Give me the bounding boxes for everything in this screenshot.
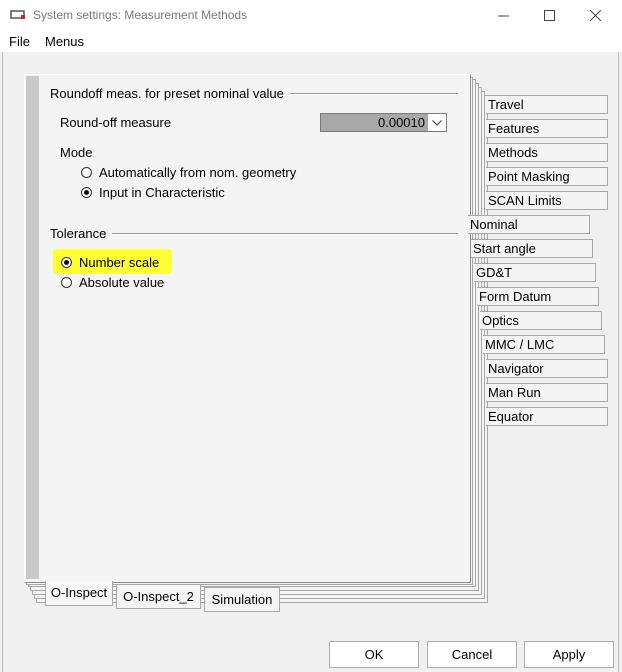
maximize-button[interactable] (526, 0, 572, 30)
tab-o-inspect-2[interactable]: O-Inspect_2 (116, 584, 201, 609)
group-line (52, 233, 458, 235)
cancel-button[interactable]: Cancel (427, 641, 517, 668)
tab-equator[interactable]: Equator (486, 407, 608, 426)
close-button[interactable] (572, 0, 618, 30)
tab-travel[interactable]: Travel (486, 95, 608, 114)
tab-start-angle[interactable]: Start angle (471, 239, 593, 258)
tab-simulation[interactable]: Simulation (204, 587, 280, 612)
menu-file[interactable]: File (9, 34, 30, 49)
menu-menus[interactable]: Menus (45, 34, 84, 49)
mode-auto-label[interactable]: Automatically from nom. geometry (99, 165, 296, 180)
mode-label: Mode (60, 145, 93, 160)
app-icon (10, 10, 25, 19)
chevron-down-icon (432, 119, 442, 126)
tab-nominal[interactable]: Nominal (468, 215, 590, 234)
close-icon (589, 9, 601, 21)
menu-bar (0, 30, 622, 52)
tab-o-inspect[interactable]: O-Inspect (45, 581, 113, 606)
roundoff-group-title: Roundoff meas. for preset nominal value (50, 86, 290, 101)
ok-button[interactable]: OK (329, 641, 419, 668)
minimize-icon (497, 15, 509, 16)
tab-methods[interactable]: Methods (486, 143, 608, 162)
roundoff-measure-label: Round-off measure (60, 115, 172, 130)
tab-point-masking[interactable]: Point Masking (486, 167, 608, 186)
tab-form-datum[interactable]: Form Datum (477, 287, 599, 306)
tab-man-run[interactable]: Man Run (486, 383, 608, 402)
tab-optics[interactable]: Optics (480, 311, 602, 330)
page-left-bar (26, 76, 39, 579)
window-title: System settings: Measurement Methods (33, 8, 248, 22)
tab-scan-limits[interactable]: SCAN Limits (486, 191, 608, 210)
apply-button[interactable]: Apply (524, 641, 614, 668)
number-scale-radio[interactable] (61, 257, 72, 268)
mode-input-label[interactable]: Input in Characteristic (99, 185, 225, 200)
maximize-icon (543, 9, 555, 21)
minimize-button[interactable] (480, 0, 526, 30)
absolute-value-label[interactable]: Absolute value (79, 275, 164, 290)
mode-auto-radio[interactable] (81, 167, 92, 178)
tab-features[interactable]: Features (486, 119, 608, 138)
number-scale-label[interactable]: Number scale (79, 255, 159, 270)
combo-dropdown-button[interactable] (428, 114, 446, 131)
roundoff-measure-combo[interactable]: 0.00010 (320, 113, 447, 132)
absolute-value-radio[interactable] (61, 277, 72, 288)
roundoff-measure-value: 0.00010 (321, 114, 428, 131)
tolerance-group-title: Tolerance (50, 226, 113, 241)
tab-gdt[interactable]: GD&T (474, 263, 596, 282)
tab-mmc-lmc[interactable]: MMC / LMC (483, 335, 605, 354)
tab-navigator[interactable]: Navigator (486, 359, 608, 378)
mode-input-radio[interactable] (81, 187, 92, 198)
